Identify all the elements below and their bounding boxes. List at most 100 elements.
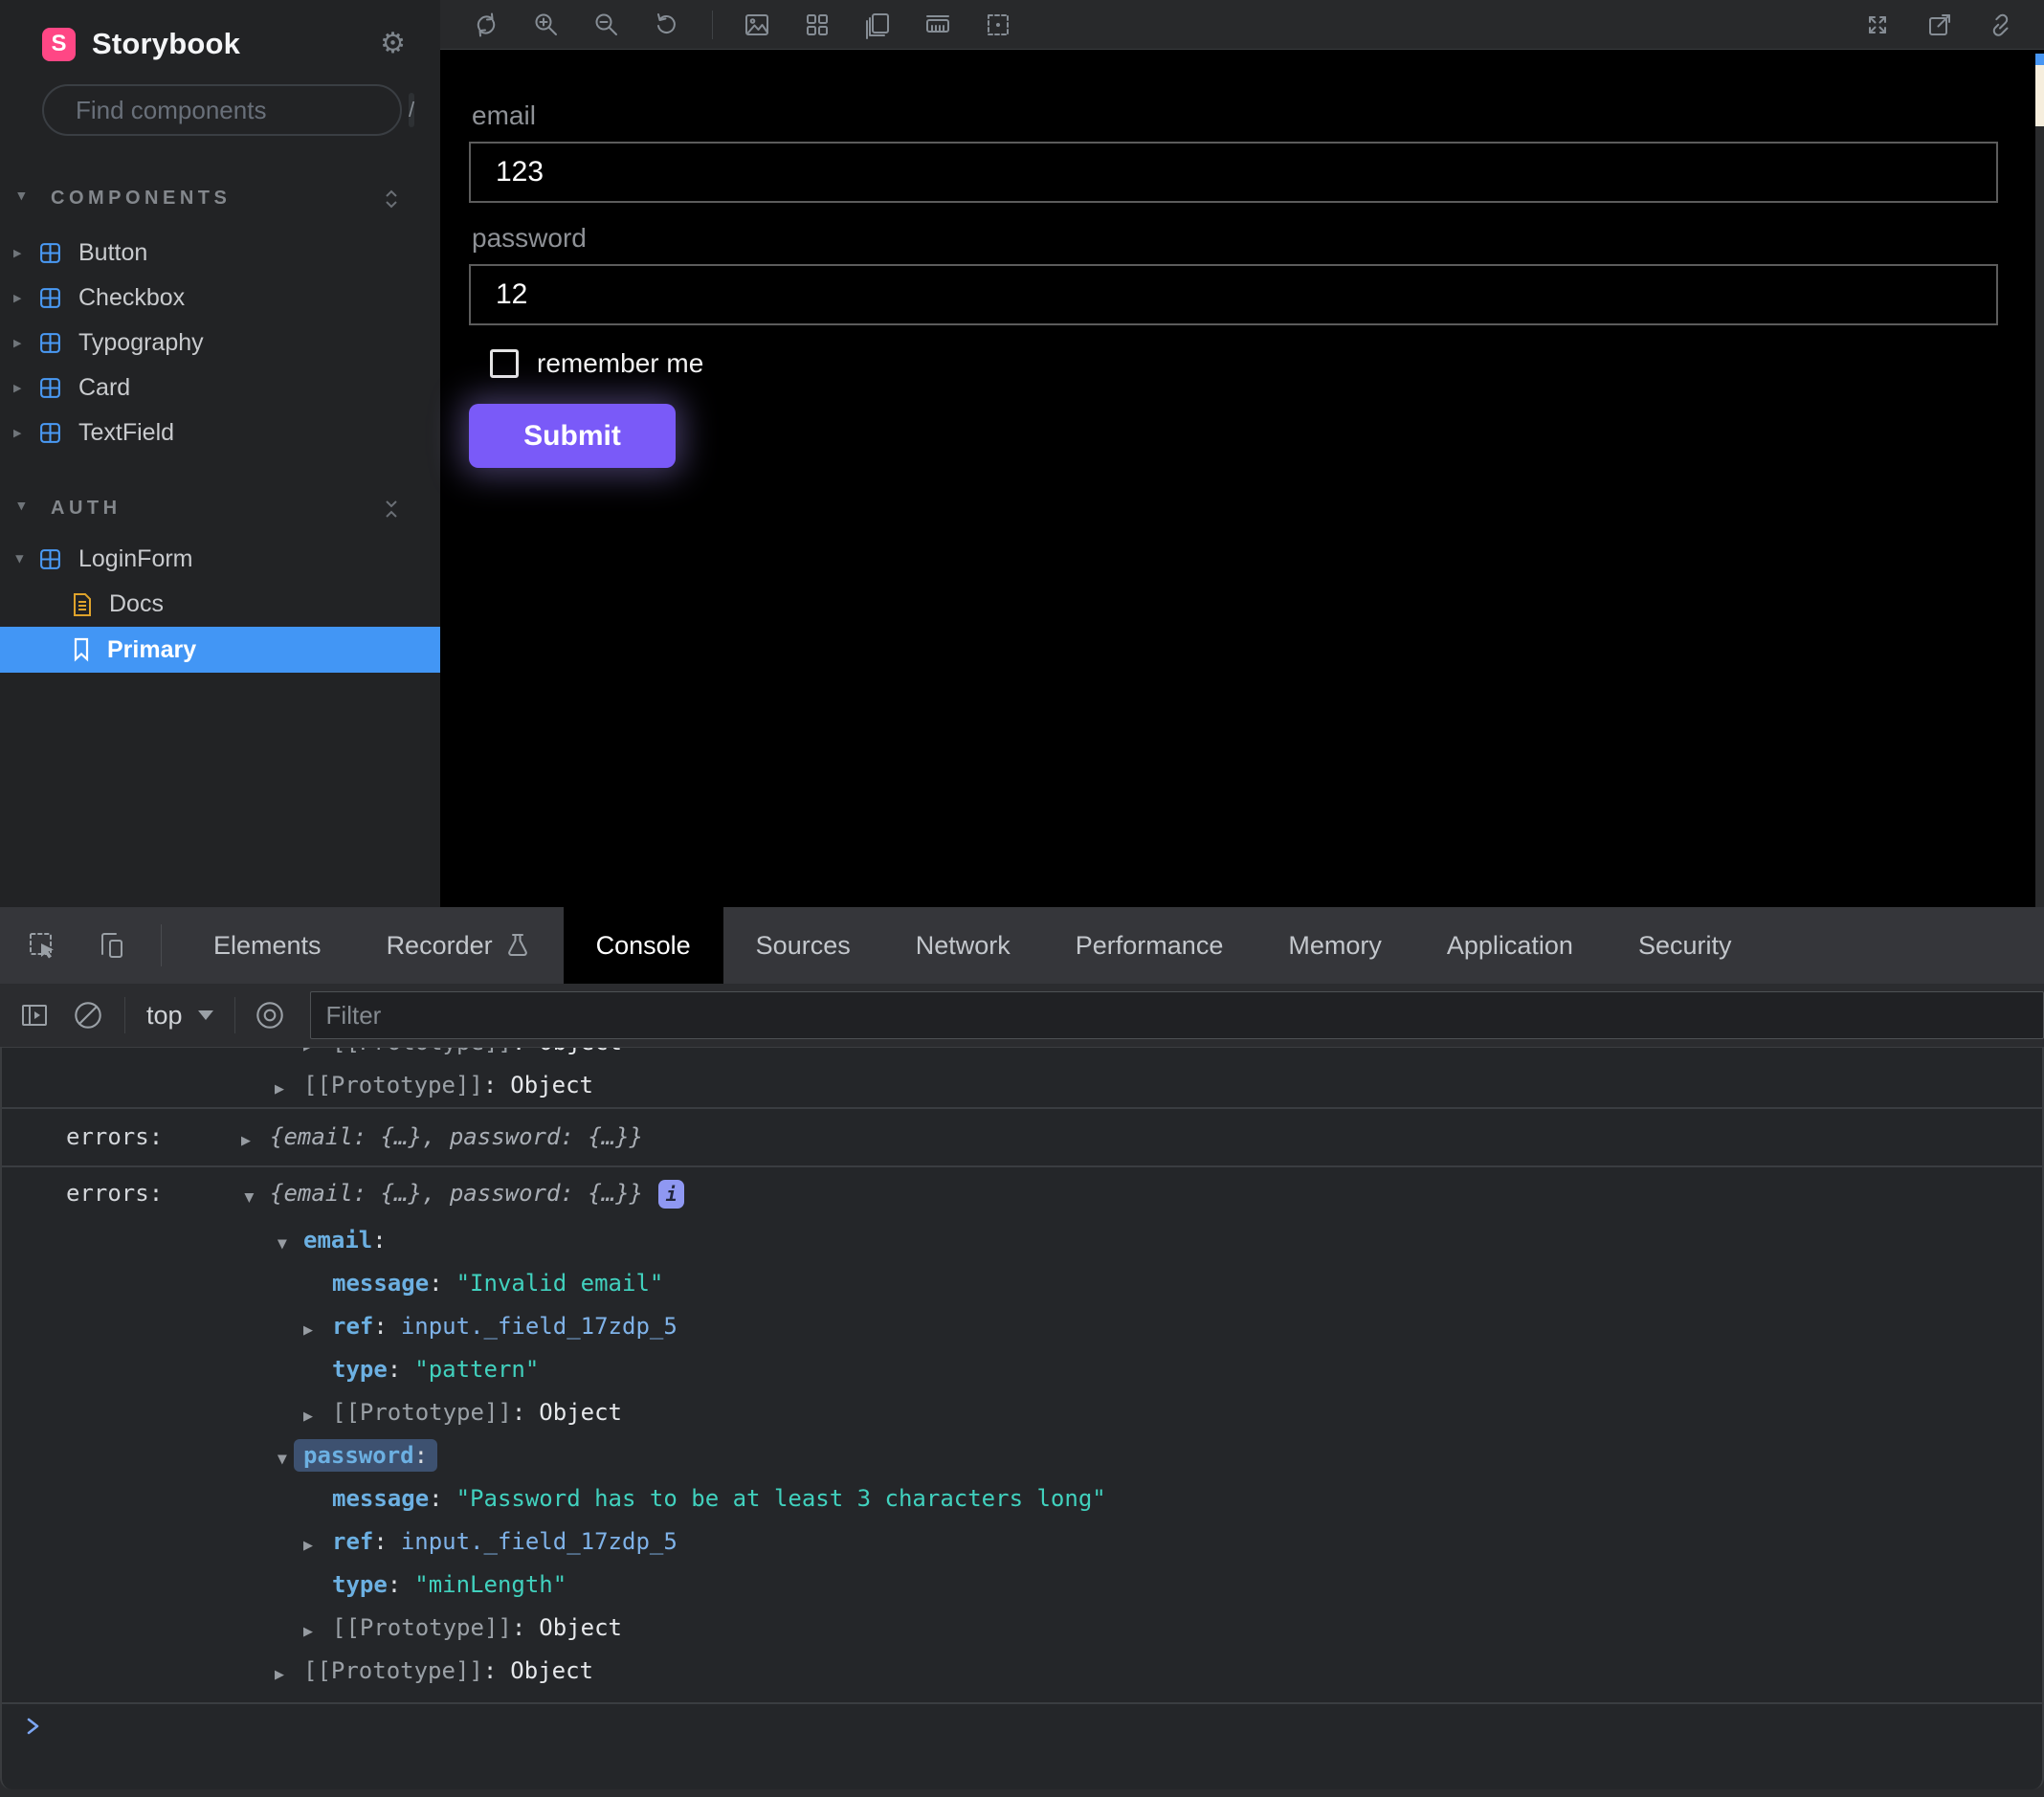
tab-console[interactable]: Console: [564, 907, 723, 984]
inspect-element-icon[interactable]: [25, 928, 59, 963]
section-label: AUTH: [51, 498, 122, 520]
component-icon: [38, 376, 62, 400]
section-auth[interactable]: ▶ AUTH: [0, 498, 440, 520]
grid-icon[interactable]: [802, 10, 833, 40]
console-sidebar-toggle-icon[interactable]: [15, 996, 54, 1034]
devtools-tab-bar: Elements Recorder Console Sources Networ…: [0, 907, 2044, 984]
tab-application[interactable]: Application: [1414, 907, 1606, 984]
tree-row-password-key[interactable]: ▶password:: [2, 1434, 2042, 1477]
collapse-triangle-icon[interactable]: ▶: [261, 1453, 304, 1468]
tree-row-email-message: message:"Invalid email": [2, 1262, 2042, 1305]
expand-triangle-icon[interactable]: ▶: [275, 1068, 303, 1111]
tab-recorder[interactable]: Recorder: [354, 907, 564, 984]
info-badge-icon[interactable]: i: [658, 1180, 684, 1209]
toolbar-divider: [124, 997, 125, 1033]
remember-me-checkbox[interactable]: [490, 349, 519, 378]
tab-performance[interactable]: Performance: [1043, 907, 1256, 984]
background-icon[interactable]: [742, 10, 772, 40]
context-selector[interactable]: top: [146, 1001, 183, 1031]
password-field[interactable]: [469, 264, 1998, 325]
zoom-reset-icon[interactable]: [652, 10, 682, 40]
toolbar-divider: [234, 997, 235, 1033]
measure-icon[interactable]: [922, 10, 953, 40]
item-label: Checkbox: [78, 284, 185, 312]
expand-icon: ▶: [13, 427, 38, 439]
console-row-prototype-clipped[interactable]: ▶[[Prototype]]:Object: [2, 1048, 2042, 1064]
sidebar: S Storybook ⚙ / ▶ COMPONENTS ▶: [0, 0, 440, 907]
object-preview[interactable]: {email: {…}, password: {…}}: [270, 1123, 643, 1150]
remount-icon[interactable]: [471, 10, 501, 40]
expand-triangle-icon[interactable]: ▶: [303, 1309, 332, 1352]
zoom-out-icon[interactable]: [591, 10, 622, 40]
sidebar-item-card[interactable]: ▶ Card: [0, 366, 440, 410]
preview-right-edge: [2035, 54, 2044, 907]
chevron-down-icon[interactable]: [198, 1010, 213, 1020]
item-label: TextField: [78, 419, 174, 447]
brand-title: Storybook: [92, 27, 240, 61]
device-toolbar-icon[interactable]: [94, 928, 128, 963]
component-search[interactable]: /: [42, 84, 402, 136]
tree-row-email-key[interactable]: ▶email:: [2, 1219, 2042, 1262]
section-components[interactable]: ▶ COMPONENTS: [0, 188, 440, 210]
console-filter-input[interactable]: [310, 991, 2044, 1039]
console-row-errors-collapsed[interactable]: errors:▶{email: {…}, password: {…}}: [2, 1109, 2042, 1165]
tree-row-password-ref[interactable]: ▶ref:input._field_17zdp_5: [2, 1520, 2042, 1564]
sidebar-item-typography[interactable]: ▶ Typography: [0, 321, 440, 366]
expand-triangle-icon[interactable]: ▶: [303, 1395, 332, 1438]
fullscreen-icon[interactable]: [1862, 10, 1893, 40]
component-list: ▶ Button ▶ Checkbox ▶: [0, 231, 440, 455]
tab-elements[interactable]: Elements: [181, 907, 354, 984]
tree-row-password-prototype[interactable]: ▶[[Prototype]]:Object: [2, 1607, 2042, 1650]
tab-memory[interactable]: Memory: [1255, 907, 1414, 984]
open-new-tab-icon[interactable]: [1924, 10, 1955, 40]
sidebar-item-button[interactable]: ▶ Button: [0, 231, 440, 276]
console-row-prototype[interactable]: ▶[[Prototype]]:Object: [2, 1064, 2042, 1107]
sidebar-header: S Storybook ⚙: [0, 0, 440, 61]
section-expand-icon: ▶: [16, 192, 29, 206]
tab-network[interactable]: Network: [883, 907, 1043, 984]
edge-cream-strip: [2035, 65, 2044, 126]
sidebar-item-checkbox[interactable]: ▶ Checkbox: [0, 276, 440, 321]
email-field[interactable]: [469, 142, 1998, 203]
tree-row-email-prototype[interactable]: ▶[[Prototype]]:Object: [2, 1391, 2042, 1434]
outline-icon[interactable]: [983, 10, 1013, 40]
submit-button[interactable]: Submit: [469, 404, 676, 468]
tree-row-email-type: type:"pattern": [2, 1348, 2042, 1391]
console-prompt[interactable]: [2, 1704, 2042, 1748]
expand-triangle-icon[interactable]: ▶: [303, 1524, 332, 1567]
expand-triangle-icon[interactable]: ▶: [303, 1610, 332, 1653]
tab-security[interactable]: Security: [1606, 907, 1765, 984]
console-row-errors-expanded[interactable]: errors:▶{email: {…}, password: {…}}i: [2, 1167, 2042, 1219]
sidebar-item-primary[interactable]: Primary: [0, 627, 440, 673]
sidebar-item-docs[interactable]: Docs: [0, 582, 440, 627]
item-label: Typography: [78, 329, 204, 357]
devtools: Elements Recorder Console Sources Networ…: [0, 907, 2044, 1797]
sidebar-item-loginform[interactable]: ▶ LoginForm: [0, 537, 440, 582]
collapse-all-icon[interactable]: [383, 499, 400, 520]
expand-triangle-icon[interactable]: ▶: [275, 1653, 303, 1697]
bookmark-icon: [71, 637, 92, 662]
collapse-all-icon[interactable]: [383, 189, 400, 210]
section-expand-icon: ▶: [16, 502, 29, 516]
expand-triangle-icon[interactable]: ▶: [241, 1113, 270, 1169]
tree-row-outer-prototype[interactable]: ▶[[Prototype]]:Object: [2, 1650, 2042, 1693]
tree-row-password-message: message:"Password has to be at least 3 c…: [2, 1477, 2042, 1520]
live-expression-eye-icon[interactable]: [251, 996, 289, 1034]
tab-sources[interactable]: Sources: [723, 907, 883, 984]
collapse-triangle-icon[interactable]: ▶: [261, 1237, 304, 1253]
canvas-area: email password remember me Submit: [440, 0, 2044, 907]
search-input[interactable]: [76, 96, 396, 125]
collapse-triangle-icon[interactable]: ▶: [223, 1190, 275, 1206]
edge-blue-strip: [2035, 54, 2044, 65]
copy-link-icon[interactable]: [1987, 10, 2017, 40]
viewport-icon[interactable]: [862, 10, 893, 40]
object-preview[interactable]: {email: {…}, password: {…}}: [270, 1180, 643, 1207]
storybook-logo[interactable]: S: [42, 28, 76, 61]
tree-row-email-ref[interactable]: ▶ref:input._field_17zdp_5: [2, 1305, 2042, 1348]
sidebar-item-textfield[interactable]: ▶ TextField: [0, 410, 440, 455]
zoom-in-icon[interactable]: [531, 10, 562, 40]
clear-console-icon[interactable]: [69, 996, 107, 1034]
gear-icon[interactable]: ⚙: [380, 30, 406, 58]
console-log-area[interactable]: ▶[[Prototype]]:Object ▶[[Prototype]]:Obj…: [0, 1048, 2044, 1789]
expand-icon: ▶: [13, 337, 38, 349]
